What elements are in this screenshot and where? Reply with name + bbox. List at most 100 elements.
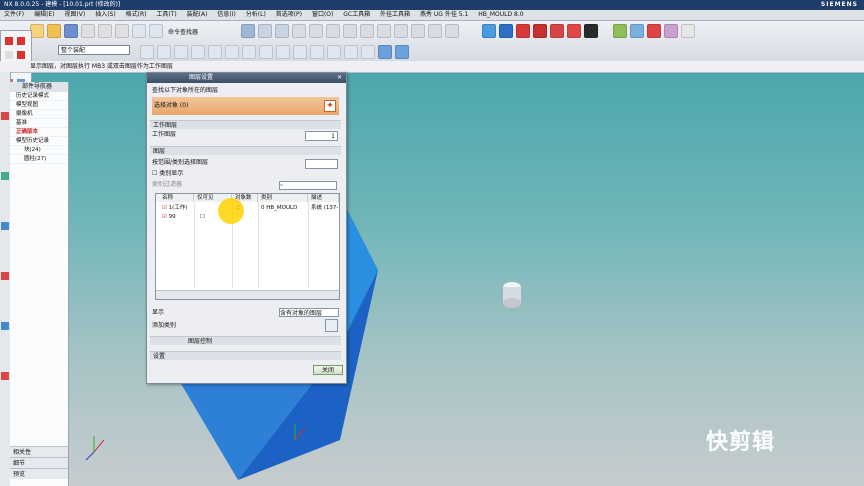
menu-format[interactable]: 格式(R) [122, 10, 151, 20]
select-object-icon[interactable]: ✦ [324, 100, 336, 112]
layer-icon[interactable] [613, 24, 628, 38]
new-file-icon[interactable] [30, 24, 44, 38]
red-square-icon[interactable] [17, 51, 25, 59]
resource-tab1-icon[interactable] [1, 112, 9, 120]
nav-item-datums[interactable]: 基准 [10, 119, 68, 128]
nav-item-cylinder[interactable]: 圆柱(27) [10, 155, 68, 164]
zoom-icon[interactable] [191, 45, 205, 59]
save-icon[interactable] [64, 24, 78, 38]
move-layer-icon[interactable] [630, 24, 645, 38]
groove-icon[interactable] [360, 24, 375, 38]
menu-insert[interactable]: 插入(S) [91, 10, 120, 20]
show-all-checkbox[interactable]: ☐ 类别显示 [152, 170, 183, 178]
category-input[interactable] [305, 159, 338, 169]
menu-preferences[interactable]: 首选项(P) [272, 10, 306, 20]
undo-icon[interactable] [132, 24, 146, 38]
cross-icon[interactable] [5, 51, 13, 59]
menu-assemblies[interactable]: 装配(A) [183, 10, 212, 20]
paste-icon[interactable] [115, 24, 129, 38]
open-folder-icon[interactable] [47, 24, 61, 38]
table-horizontal-scrollbar[interactable] [156, 290, 339, 299]
nav-item-history-mode[interactable]: 历史记录模式 [10, 92, 68, 101]
rotate-icon[interactable] [157, 45, 171, 59]
fit-icon[interactable] [208, 45, 222, 59]
row-visible-checkbox[interactable]: ☐ [200, 213, 205, 221]
snap-endpoint-icon[interactable] [225, 45, 239, 59]
copy-icon[interactable] [98, 24, 112, 38]
menu-view[interactable]: 视图(V) [60, 10, 89, 20]
snap-quadrant-icon[interactable] [310, 45, 324, 59]
red-cube2-icon[interactable] [533, 24, 548, 38]
pad-icon[interactable] [343, 24, 358, 38]
shaded-cube-icon[interactable] [482, 24, 497, 38]
snap-intersection-icon[interactable] [276, 45, 290, 59]
nav-item-model-history[interactable]: 模型历史记录 [10, 137, 68, 146]
snap-point-icon[interactable] [327, 45, 341, 59]
menu-analysis[interactable]: 分析(L) [242, 10, 270, 20]
resource-tab3-icon[interactable] [1, 222, 9, 230]
section-settings[interactable]: 设置 [150, 351, 341, 360]
select-filter-icon[interactable] [140, 45, 154, 59]
boss-icon[interactable] [309, 24, 324, 38]
snap-midpoint-icon[interactable] [242, 45, 256, 59]
section-layers[interactable]: 图层 [150, 146, 341, 155]
red-cube-icon[interactable] [516, 24, 531, 38]
filter-input[interactable]: * [279, 181, 337, 190]
menu-file[interactable]: 文件(F) [0, 10, 28, 20]
thread-icon[interactable] [411, 24, 426, 38]
cut-icon[interactable] [81, 24, 95, 38]
nav-preview[interactable]: 预览 [10, 468, 68, 479]
paint-icon[interactable] [664, 24, 679, 38]
hole-icon[interactable] [292, 24, 307, 38]
menu-hb-mould[interactable]: HB_MOULD 8.0 [474, 10, 527, 20]
snap-curve-icon[interactable] [344, 45, 358, 59]
red-cube4-icon[interactable] [567, 24, 582, 38]
extrude-icon[interactable] [258, 24, 273, 38]
menu-information[interactable]: 信息(I) [213, 10, 239, 20]
red-pen-icon[interactable] [5, 37, 13, 45]
type-filter-select[interactable]: 整个装配 [58, 45, 130, 55]
menu-window[interactable]: 窗口(O) [308, 10, 337, 20]
redo-icon[interactable] [149, 24, 163, 38]
nav-dependencies[interactable]: 相关性 [10, 446, 68, 457]
view-cube-icon[interactable] [499, 24, 514, 38]
pocket-icon[interactable] [326, 24, 341, 38]
nav-item-version[interactable]: 正确版本 [10, 128, 68, 137]
table-row[interactable]: ☑ 99 [162, 213, 176, 221]
table-row[interactable]: ☑ 1(工作) [162, 204, 187, 212]
chamfer-icon[interactable] [445, 24, 460, 38]
red-cube3-icon[interactable] [550, 24, 565, 38]
sketch-icon[interactable] [241, 24, 256, 38]
close-button[interactable]: 关闭 [313, 365, 343, 375]
command-finder[interactable]: 命令查找器 [168, 27, 198, 36]
menu-plugin-toolkit[interactable]: 外挂工具箱 [376, 10, 414, 20]
menu-yanxiu[interactable]: 燕秀 UG 外挂 5.1 [416, 10, 472, 20]
pan-icon[interactable] [174, 45, 188, 59]
resource-tab2-icon[interactable] [1, 172, 9, 180]
nav-item-model-views[interactable]: 模型视图 [10, 101, 68, 110]
nav-details[interactable]: 细节 [10, 457, 68, 468]
snap-center-icon[interactable] [293, 45, 307, 59]
display-select[interactable]: 含有对象的图层 [279, 308, 339, 317]
snap-face-icon[interactable] [361, 45, 375, 59]
red-tool-icon[interactable] [17, 37, 25, 45]
menu-tools[interactable]: 工具(T) [152, 10, 180, 20]
layer-checkbox-icon[interactable]: ☑ [162, 205, 167, 211]
cube-filter2-icon[interactable] [395, 45, 409, 59]
snap-control-icon[interactable] [259, 45, 273, 59]
resource-tab4-icon[interactable] [1, 272, 9, 280]
menu-edit[interactable]: 编辑(E) [30, 10, 58, 20]
nav-item-block[interactable]: 块(24) [10, 146, 68, 155]
col-name[interactable]: 名称 [156, 194, 194, 202]
layer-checkbox-icon[interactable]: ☑ [162, 214, 167, 220]
col-category[interactable]: 类别 [258, 194, 308, 202]
menu-gc-toolkit[interactable]: GC工具箱 [339, 10, 374, 20]
work-layer-input[interactable]: 1 [305, 131, 338, 141]
revolve-icon[interactable] [275, 24, 290, 38]
delete-red-icon[interactable] [647, 24, 662, 38]
blend-icon[interactable] [428, 24, 443, 38]
slot-icon[interactable] [377, 24, 392, 38]
black-box-icon[interactable] [584, 24, 599, 38]
section-work-layer[interactable]: 工作图层 [150, 120, 341, 129]
more-icon[interactable] [681, 24, 696, 38]
